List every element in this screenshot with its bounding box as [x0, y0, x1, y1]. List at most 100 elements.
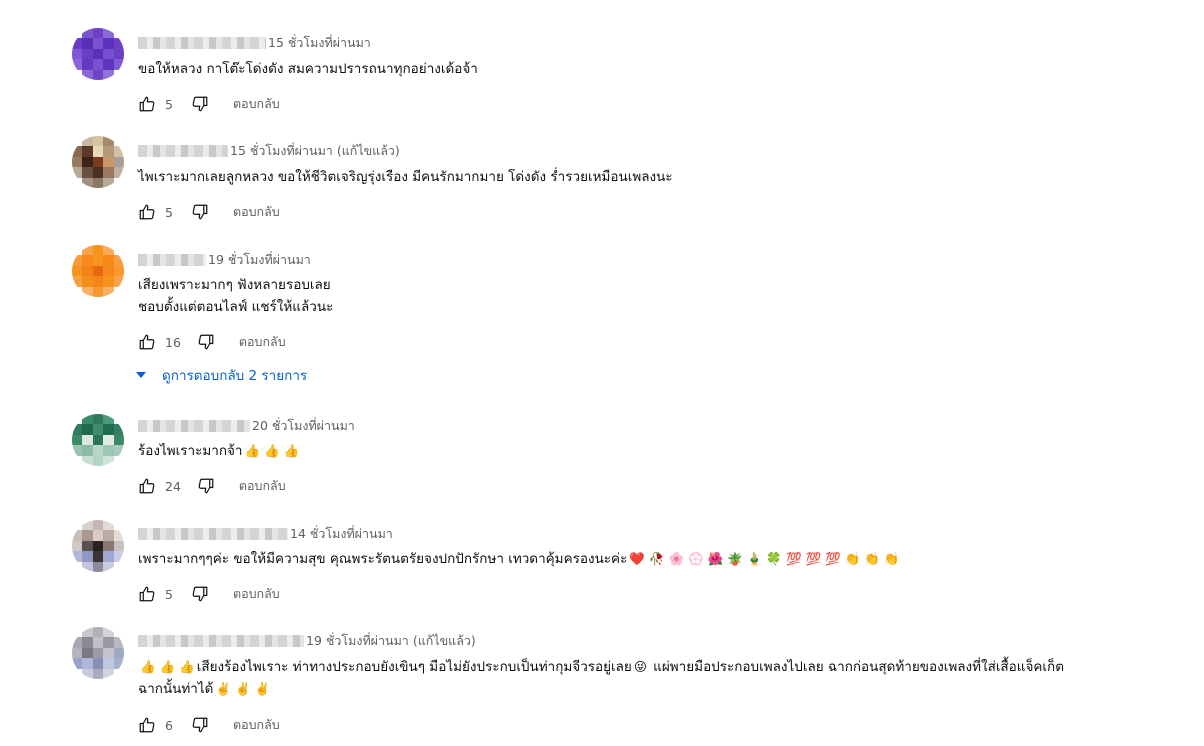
edited-label: (แก้ไขแล้ว) — [336, 143, 400, 158]
emoji: 👍 — [244, 443, 261, 458]
emoji: 👍 — [264, 443, 280, 458]
author-name[interactable] — [138, 254, 206, 266]
edited-label: (แก้ไขแล้ว) — [412, 633, 476, 648]
thumbs-down-icon[interactable] — [189, 583, 211, 605]
avatar[interactable] — [72, 136, 124, 188]
comment-time[interactable]: 14 ชั่วโมงที่ผ่านมา — [290, 524, 393, 544]
reply-button[interactable]: ตอบกลับ — [239, 332, 286, 352]
like-count: 16 — [165, 334, 181, 350]
emoji: 🌸 — [668, 551, 685, 566]
emoji: 👏 — [844, 551, 861, 566]
like-count: 5 — [165, 204, 173, 220]
comment-header: 19 ชั่วโมงที่ผ่านมา (แก้ไขแล้ว) — [138, 631, 476, 651]
emoji: 🥀 — [648, 551, 665, 566]
comment-header: 15 ชั่วโมงที่ผ่านมา (แก้ไขแล้ว) — [138, 141, 400, 161]
thumbs-down-icon[interactable] — [189, 714, 211, 736]
comment-actions: 5 ตอบกลับ — [136, 200, 280, 224]
comment-text-segment: แผ่พายมือประกอบเพลงไปเลย ฉากก่อนสุดท้ายข… — [648, 659, 1064, 675]
emoji: 💯 — [785, 551, 802, 566]
thumbs-down-icon[interactable] — [195, 475, 217, 497]
emoji: ✌️ — [235, 681, 251, 696]
thumbs-up-icon[interactable] — [136, 201, 158, 223]
comment-text: ไพเราะมากเลยลูกหลวง ขอให้ชีวิตเจริญรุ่งเ… — [138, 166, 673, 188]
avatar[interactable] — [72, 520, 124, 572]
author-name[interactable] — [138, 145, 228, 157]
comment-time[interactable]: 15 ชั่วโมงที่ผ่านมา — [230, 141, 333, 161]
comment-time[interactable]: 20 ชั่วโมงที่ผ่านมา — [252, 416, 355, 436]
emoji: 👏 — [883, 551, 900, 566]
emoji: 👏 — [864, 551, 880, 566]
comment-text-line: เพราะมากๆๆค่ะ ขอให้มีความสุข คุณพระรัตนต… — [138, 548, 901, 570]
emoji: 🍀 — [766, 551, 782, 566]
emoji: ✌️ — [215, 681, 232, 696]
reply-button[interactable]: ตอบกลับ — [233, 202, 280, 222]
comment-header: 19 ชั่วโมงที่ผ่านมา — [138, 250, 315, 270]
caret-down-icon — [136, 372, 146, 378]
comment-actions: 5 ตอบกลับ — [136, 582, 280, 606]
comment-time[interactable]: 19 ชั่วโมงที่ผ่านมา — [306, 631, 409, 651]
comment-text-line: ฉากนั้นท่าได้ ✌️ ✌️ ✌️ — [138, 678, 1064, 700]
reply-button[interactable]: ตอบกลับ — [239, 476, 286, 496]
comment-text: 👍 👍 👍 เสียงร้องไพเราะ ท่าทางประกอบยังเขินๆ … — [138, 656, 1064, 700]
emoji: 👍 — [159, 659, 176, 674]
emoji: ❤️ — [629, 551, 645, 566]
emoji: 💯 — [825, 551, 841, 566]
emoji: 👍 — [283, 443, 300, 458]
emoji: 🌺 — [707, 551, 724, 566]
comment-text-line: ร้องไพเราะมากจ้า 👍 👍 👍 — [138, 440, 301, 462]
comment-header: 20 ชั่วโมงที่ผ่านมา — [138, 416, 359, 436]
thumbs-up-icon[interactable] — [136, 714, 158, 736]
comments-section: 15 ชั่วโมงที่ผ่านมา ขอให้หลวง กาโต๊ะโด่ง… — [0, 0, 1204, 746]
author-name[interactable] — [138, 37, 266, 49]
comment-text-line: เสียงเพราะมากๆ ฟังหลายรอบเลย — [138, 277, 331, 293]
thumbs-down-icon[interactable] — [189, 93, 211, 115]
comment-text: เพราะมากๆๆค่ะ ขอให้มีความสุข คุณพระรัตนต… — [138, 548, 901, 570]
emoji: 👍 — [140, 659, 156, 674]
emoji: 💮 — [688, 551, 704, 566]
comment-text-line: ไพเราะมากเลยลูกหลวง ขอให้ชีวิตเจริญรุ่งเ… — [138, 169, 673, 185]
comment-text-segment: ร้องไพเราะมากจ้า — [138, 443, 243, 459]
comment-text-segment: ฉากนั้นท่าได้ — [138, 681, 214, 697]
thumbs-down-icon[interactable] — [195, 331, 217, 353]
thumbs-down-icon[interactable] — [189, 201, 211, 223]
comment-text-segment: เพราะมากๆๆค่ะ ขอให้มีความสุข คุณพระรัตนต… — [138, 551, 628, 567]
comment-actions: 24 ตอบกลับ — [136, 474, 286, 498]
comment-text-segment: เสียงร้องไพเราะ ท่าทางประกอบยังเขินๆ มือ… — [196, 659, 632, 675]
author-name[interactable] — [138, 635, 304, 647]
author-name[interactable] — [138, 528, 288, 540]
emoji: 🎍 — [746, 551, 763, 566]
comment-time[interactable]: 19 ชั่วโมงที่ผ่านมา — [208, 250, 311, 270]
like-count: 24 — [165, 478, 181, 494]
comment-text-line: 👍 👍 👍 เสียงร้องไพเราะ ท่าทางประกอบยังเขินๆ … — [138, 656, 1064, 678]
thumbs-up-icon[interactable] — [136, 583, 158, 605]
avatar[interactable] — [72, 627, 124, 679]
comment-header: 14 ชั่วโมงที่ผ่านมา — [138, 524, 397, 544]
thumbs-up-icon[interactable] — [136, 331, 158, 353]
avatar[interactable] — [72, 28, 124, 80]
author-name[interactable] — [138, 420, 250, 432]
comment-header: 15 ชั่วโมงที่ผ่านมา — [138, 33, 375, 53]
emoji: ✌️ — [254, 681, 271, 696]
comment-text: ร้องไพเราะมากจ้า 👍 👍 👍 — [138, 440, 301, 462]
emoji: 🪴 — [727, 551, 743, 566]
like-count: 5 — [165, 586, 173, 602]
avatar[interactable] — [72, 414, 124, 466]
emoji: 😜 — [633, 659, 647, 674]
comment-text: ขอให้หลวง กาโต๊ะโด่งดัง สมความปรารถนาทุก… — [138, 58, 478, 80]
view-replies-label: ดูการตอบกลับ 2 รายการ — [162, 368, 308, 384]
thumbs-up-icon[interactable] — [136, 93, 158, 115]
comment-text: เสียงเพราะมากๆ ฟังหลายรอบเลย ชอบตั้งแต่ต… — [138, 274, 333, 318]
reply-button[interactable]: ตอบกลับ — [233, 715, 280, 735]
thumbs-up-icon[interactable] — [136, 475, 158, 497]
avatar[interactable] — [72, 245, 124, 297]
comment-text-line: ชอบตั้งแต่ตอนไลฟ์ แชร์ให้แล้วนะ — [138, 299, 334, 315]
comment-actions: 6 ตอบกลับ — [136, 713, 280, 737]
reply-button[interactable]: ตอบกลับ — [233, 94, 280, 114]
comment-time[interactable]: 15 ชั่วโมงที่ผ่านมา — [268, 33, 371, 53]
comment-actions: 5 ตอบกลับ — [136, 92, 280, 116]
comment-text-line: ขอให้หลวง กาโต๊ะโด่งดัง สมความปรารถนาทุก… — [138, 61, 478, 77]
view-replies-button[interactable]: ดูการตอบกลับ 2 รายการ — [136, 364, 307, 386]
reply-button[interactable]: ตอบกลับ — [233, 584, 280, 604]
comment-actions: 16 ตอบกลับ — [136, 330, 286, 354]
like-count: 6 — [165, 717, 173, 733]
